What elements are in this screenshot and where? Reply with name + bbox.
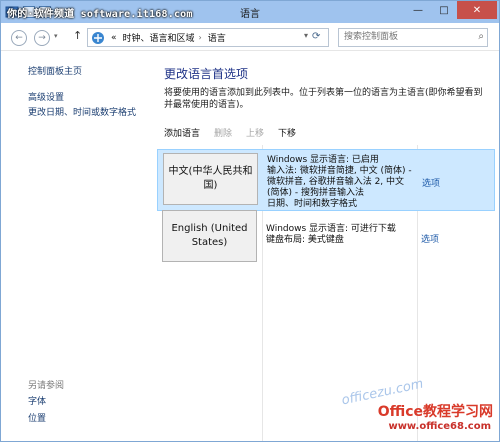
language-info: Windows 显示语言: 可进行下载 键盘布局: 美式键盘 [266, 224, 396, 245]
breadcrumb-overflow[interactable]: « [111, 33, 117, 43]
breadcrumb-language[interactable]: 语言 [208, 31, 226, 44]
remove-button[interactable]: 删除 [214, 126, 232, 139]
recent-pages-chevron-icon[interactable]: ▾ [54, 32, 58, 40]
page-heading: 更改语言首选项 [164, 67, 249, 81]
back-button[interactable]: ← [11, 30, 27, 46]
fonts-link[interactable]: 字体 [28, 394, 46, 407]
minimize-button[interactable]: — [405, 1, 431, 19]
language-toolbar: 添加语言 删除 上移 下移 [164, 126, 296, 139]
move-down-button[interactable]: 下移 [278, 126, 296, 139]
options-link[interactable]: 选项 [421, 232, 439, 245]
language-name-button[interactable]: English (United States) [162, 210, 257, 262]
refresh-icon[interactable]: ⟳ [312, 31, 326, 45]
control-panel-icon [92, 31, 104, 44]
add-language-button[interactable]: 添加语言 [164, 126, 200, 139]
close-button[interactable]: ✕ [457, 1, 497, 19]
advanced-settings-link[interactable]: 高级设置 [28, 90, 64, 103]
options-link[interactable]: 选项 [422, 176, 440, 189]
maximize-button[interactable]: □ [431, 1, 457, 19]
page-description: 将要使用的语言添加到此列表中。位于列表第一位的语言为主语言(即你希望看到并最常使… [164, 88, 483, 110]
address-dropdown-icon[interactable]: ▾ [304, 31, 308, 40]
see-also-heading: 另请参阅 [28, 381, 65, 391]
title-bar: 你的·软件频道 software.it168.com 语言 — □ ✕ [1, 1, 499, 23]
forward-button[interactable]: → [34, 30, 50, 46]
location-link[interactable]: 位置 [28, 411, 46, 424]
breadcrumb-separator-icon[interactable]: › [199, 33, 202, 42]
up-button[interactable]: ↑ [73, 29, 82, 42]
move-up-button[interactable]: 上移 [246, 126, 264, 139]
language-info: Windows 显示语言: 已启用 输入法: 微软拼音简捷, 中文 (简体) -… [267, 155, 412, 209]
navigation-bar: ← → ▾ ↑ « 时钟、语言和区域 › 语言 ▾ ⟳ ⌕ [1, 24, 499, 51]
brand-watermark-url: www.office68.com [388, 421, 491, 432]
search-input[interactable] [339, 29, 464, 44]
window-controls: — □ ✕ [405, 1, 497, 19]
search-box[interactable]: ⌕ [338, 28, 488, 47]
address-bar[interactable]: « 时钟、语言和区域 › 语言 ▾ [87, 28, 329, 47]
language-row-english[interactable]: English (United States) Windows 显示语言: 可进… [157, 210, 493, 269]
control-panel-window: 你的·软件频道 software.it168.com 语言 — □ ✕ ← → … [0, 0, 500, 442]
language-name-button[interactable]: 中文(中华人民共和国) [163, 153, 258, 205]
brand-watermark-title: Office教程学习网 [377, 404, 493, 420]
control-panel-home-link[interactable]: 控制面板主页 [28, 64, 82, 77]
breadcrumb-clock-language-region[interactable]: 时钟、语言和区域 [123, 31, 195, 44]
search-icon[interactable]: ⌕ [478, 31, 484, 42]
change-date-time-format-link[interactable]: 更改日期、时间或数字格式 [28, 105, 136, 118]
brand-watermark: officezu.com Office教程学习网 www.office68.co… [331, 377, 500, 441]
language-row-chinese[interactable]: 中文(中华人民共和国) Windows 显示语言: 已启用 输入法: 微软拼音简… [157, 149, 495, 211]
